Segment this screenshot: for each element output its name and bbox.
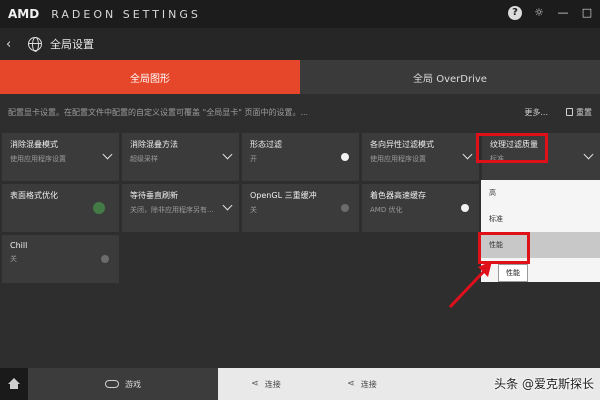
home-icon <box>8 378 20 389</box>
toggle-switch[interactable] <box>461 204 469 212</box>
tile-label: 消除混叠方法 <box>130 140 178 149</box>
tile-value: AMD 优化 <box>370 206 403 214</box>
back-button[interactable]: ‹ <box>6 37 18 52</box>
app-title: RADEON SETTINGS <box>51 7 201 21</box>
tile-label: 等待垂直刷新 <box>130 191 178 200</box>
dropdown-option-high[interactable]: 高 <box>481 180 600 206</box>
brand: AMD RADEON SETTINGS <box>8 7 201 21</box>
tile-label: 形态过滤 <box>250 140 282 149</box>
tile-value: 使用应用程序设置 <box>10 155 66 163</box>
share-icon: ⋖ <box>347 379 355 389</box>
share-icon: ⋖ <box>251 379 259 389</box>
tile-anti-aliasing-mode[interactable]: 消除混叠模式 使用应用程序设置 <box>2 133 119 181</box>
settings-icon[interactable]: ☼ <box>532 6 546 20</box>
home-button[interactable] <box>0 368 28 400</box>
tile-value: 开 <box>250 155 257 163</box>
tile-surface-format-optimization[interactable]: 表面格式优化 <box>2 184 119 232</box>
window-controls: ? ☼ — □ <box>508 6 594 20</box>
toggle-switch[interactable] <box>101 255 109 263</box>
tile-label: 着色器高速缓存 <box>370 191 426 200</box>
tile-value: 关 <box>10 255 17 263</box>
connect-label: 连接 <box>360 379 377 389</box>
tile-label: 消除混叠模式 <box>10 140 58 149</box>
annotation-arrow <box>448 261 492 309</box>
gamepad-icon <box>105 380 119 388</box>
tile-label: OpenGL 三重缓冲 <box>250 191 317 200</box>
tile-morphological-filtering[interactable]: 形态过滤 开 <box>242 133 359 181</box>
games-label: 游戏 <box>125 379 141 389</box>
tile-value: 使用应用程序设置 <box>370 155 426 163</box>
tile-wait-for-vertical-refresh[interactable]: 等待垂直刷新 关闭，除非应用程序另有... <box>122 184 239 232</box>
description-text: 配置显卡设置。在配置文件中配置的自定义设置可覆盖 "全局显卡" 页面中的设置。.… <box>8 107 309 117</box>
amd-logo: AMD <box>8 7 40 21</box>
tile-value: 标准 <box>490 155 504 163</box>
tab-global-graphics[interactable]: 全局图形 <box>0 60 300 94</box>
tile-value: 关 <box>250 206 257 214</box>
toggle-switch[interactable] <box>93 202 105 214</box>
reset-label: 重置 <box>576 107 592 117</box>
watermark: 头条 @爱克斯探长 <box>494 377 594 391</box>
tile-label: 各向异性过滤模式 <box>370 140 434 149</box>
tile-shader-cache[interactable]: 着色器高速缓存 AMD 优化 <box>362 184 479 232</box>
maximize-icon[interactable]: □ <box>580 6 594 20</box>
page-title: 全局设置 <box>50 38 94 51</box>
tile-chill[interactable]: Chill 关 <box>2 235 119 283</box>
tab-bar: 全局图形 全局 OverDrive <box>0 60 600 94</box>
minimize-icon[interactable]: — <box>556 6 570 20</box>
tile-value: 超级采样 <box>130 155 158 163</box>
connect-button[interactable]: ⋖ 连接 <box>218 368 314 400</box>
toggle-switch[interactable] <box>341 153 349 161</box>
tile-anti-aliasing-method[interactable]: 消除混叠方法 超级采样 <box>122 133 239 181</box>
nav-bar: ‹ 全局设置 <box>0 28 600 60</box>
tab-global-overdrive[interactable]: 全局 OverDrive <box>300 60 600 94</box>
globe-icon <box>28 37 42 52</box>
title-bar: AMD RADEON SETTINGS ? ☼ — □ <box>0 0 600 28</box>
tile-value: 关闭，除非应用程序另有... <box>130 206 214 214</box>
tile-label: 纹理过滤质量 <box>490 140 538 149</box>
tile-label: Chill <box>10 241 28 250</box>
connect-label: 连接 <box>264 379 281 389</box>
dropdown-option-standard[interactable]: 标准 <box>481 206 600 232</box>
tile-texture-filtering-quality[interactable]: 纹理过滤质量 标准 <box>482 133 600 181</box>
tile-label: 表面格式优化 <box>10 191 58 200</box>
toggle-switch[interactable] <box>341 204 349 212</box>
description-row: 配置显卡设置。在配置文件中配置的自定义设置可覆盖 "全局显卡" 页面中的设置。.… <box>0 94 600 130</box>
connect-button-2[interactable]: ⋖ 连接 <box>314 368 410 400</box>
reset-icon <box>566 108 573 116</box>
more-link[interactable]: 更多... <box>524 107 548 118</box>
tile-anisotropic-filtering[interactable]: 各向异性过滤模式 使用应用程序设置 <box>362 133 479 181</box>
help-icon[interactable]: ? <box>508 6 522 20</box>
games-button[interactable]: 游戏 <box>28 368 218 400</box>
reset-button[interactable]: 重置 <box>566 107 592 118</box>
tile-opengl-triple-buffering[interactable]: OpenGL 三重缓冲 关 <box>242 184 359 232</box>
